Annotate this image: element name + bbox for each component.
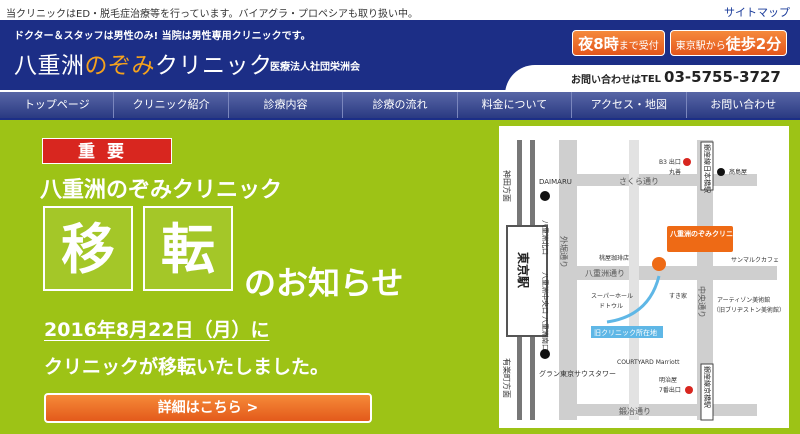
kanji-box-2: 転 [143,206,233,291]
contact-strip: お問い合わせは TEL 03-5755-3727 [505,65,800,95]
top-note: 当クリニックはED・脱毛症治療等を行っています。バイアグラ・プロペシアも取り扱い… [6,9,419,20]
label-doutor: ドトウル [599,302,623,310]
tel-digits: 03-5755-3727 [664,68,781,86]
pin-b3 [683,158,691,166]
label-sukiya: すき家 [669,292,687,300]
label-meijiya: 明治屋 [659,376,677,384]
map-svg: 神田方面 有楽町方面 東京駅 DAIMARU 八重洲北口 八重洲中央口 八重洲南… [499,126,789,428]
label-supermarket: スーパーホール [591,293,633,300]
hours-small: まで受付 [618,41,659,52]
label-chuo: 中央通り [697,286,707,318]
label-sotobori: 外堀通り [559,236,569,268]
header-tagline: ドクター＆スタッフは男性のみ! 当院は男性専用クリニックです。 [14,31,311,42]
nav-contact[interactable]: お問い合わせ [687,92,800,118]
label-grantokyo: グラン東京サウスタワー [539,369,616,378]
pin-grantokyo [540,349,550,359]
walk-small: 東京駅から [675,41,726,52]
clinic-pin [652,257,666,271]
pin-exit7 [685,386,693,394]
relocation-message: クリニックが移転いたしました。 [44,356,330,378]
logo-part-1: 八重洲 [14,53,85,79]
access-map[interactable]: 神田方面 有楽町方面 東京駅 DAIMARU 八重洲北口 八重洲中央口 八重洲南… [499,126,789,428]
hero-clinic-name: 八重洲のぞみクリニック [40,178,283,203]
label-exit-south: 八重洲南口 [541,316,550,351]
label-courtyard: COURTYARD Marriott [617,359,680,366]
nav-about[interactable]: クリニック紹介 [114,92,229,118]
road-kaji [577,404,757,416]
label-clinic: 八重洲のぞみクリニック [669,229,747,238]
pin-daimaru [540,191,550,201]
nav-flow[interactable]: 診療の流れ [343,92,458,118]
main-nav: トップページ クリニック紹介 診療内容 診療の流れ 料金について アクセス・地図… [0,92,800,120]
label-yurakucho: 有楽町方面 [502,358,512,398]
site-logo[interactable]: 八重洲のぞみクリニック [14,46,273,80]
walk-big: 徒歩2分 [725,35,782,53]
label-daimaru: DAIMARU [539,178,572,186]
logo-part-2: クリニック [155,53,273,79]
nav-fees[interactable]: 料金について [458,92,573,118]
label-b3: B3 出口 [659,158,681,166]
details-button[interactable]: 詳細はこちら > [44,393,372,423]
label-cafe: サンマルクカフェ [731,257,779,264]
label-kaji: 鍛冶通り [619,406,651,416]
label-artizon-sub: （旧ブリヂストン美術館） [713,306,785,314]
label-takashimaya: 髙島屋 [729,168,747,176]
label-subway-bottom: 銀座線京橋駅 [703,366,712,408]
corporation-name: 医療法人社団栄洲会 [270,62,360,73]
label-subway-top: 銀座線日本橋駅 [703,144,712,193]
notice-heading: のお知らせ [244,264,404,302]
nav-top[interactable]: トップページ [0,92,115,118]
phone-number[interactable]: TEL 03-5755-3727 [641,68,781,86]
label-coffee: 桃屋珈琲店 [599,254,629,262]
sitemap-link[interactable]: サイトマップ [724,4,790,20]
label-marui: 丸善 [669,168,681,176]
label-exit-north: 八重洲北口 [541,220,549,255]
label-old-clinic: 旧クリニック所在地 [594,328,657,337]
label-tokyo-station: 東京駅 [516,252,531,289]
important-badge: 重要 [42,138,172,164]
tel-prefix: TEL [641,74,662,85]
label-exit-center: 八重洲中央口 [541,272,550,314]
logo-part-accent: のぞみ [84,53,155,79]
access-button[interactable]: 東京駅から徒歩2分 [670,30,787,56]
kanji-box-1: 移 [43,206,133,291]
label-exit7: 7番出口 [659,386,681,394]
label-artizon: アーティゾン美術館 [717,296,770,304]
hours-big: 夜8時 [578,35,619,53]
nav-treatments[interactable]: 診療内容 [229,92,344,118]
label-sakura: さくら通り [619,176,659,186]
hours-button[interactable]: 夜8時まで受付 [572,30,665,56]
label-yaesu-street: 八重洲通り [585,268,625,278]
pin-takashimaya [717,168,725,176]
label-kanda: 神田方面 [502,170,512,202]
contact-label: お問い合わせは [571,75,641,86]
relocation-date: 2016年8月22日（月）に [44,319,270,341]
nav-access[interactable]: アクセス・地図 [572,92,687,118]
